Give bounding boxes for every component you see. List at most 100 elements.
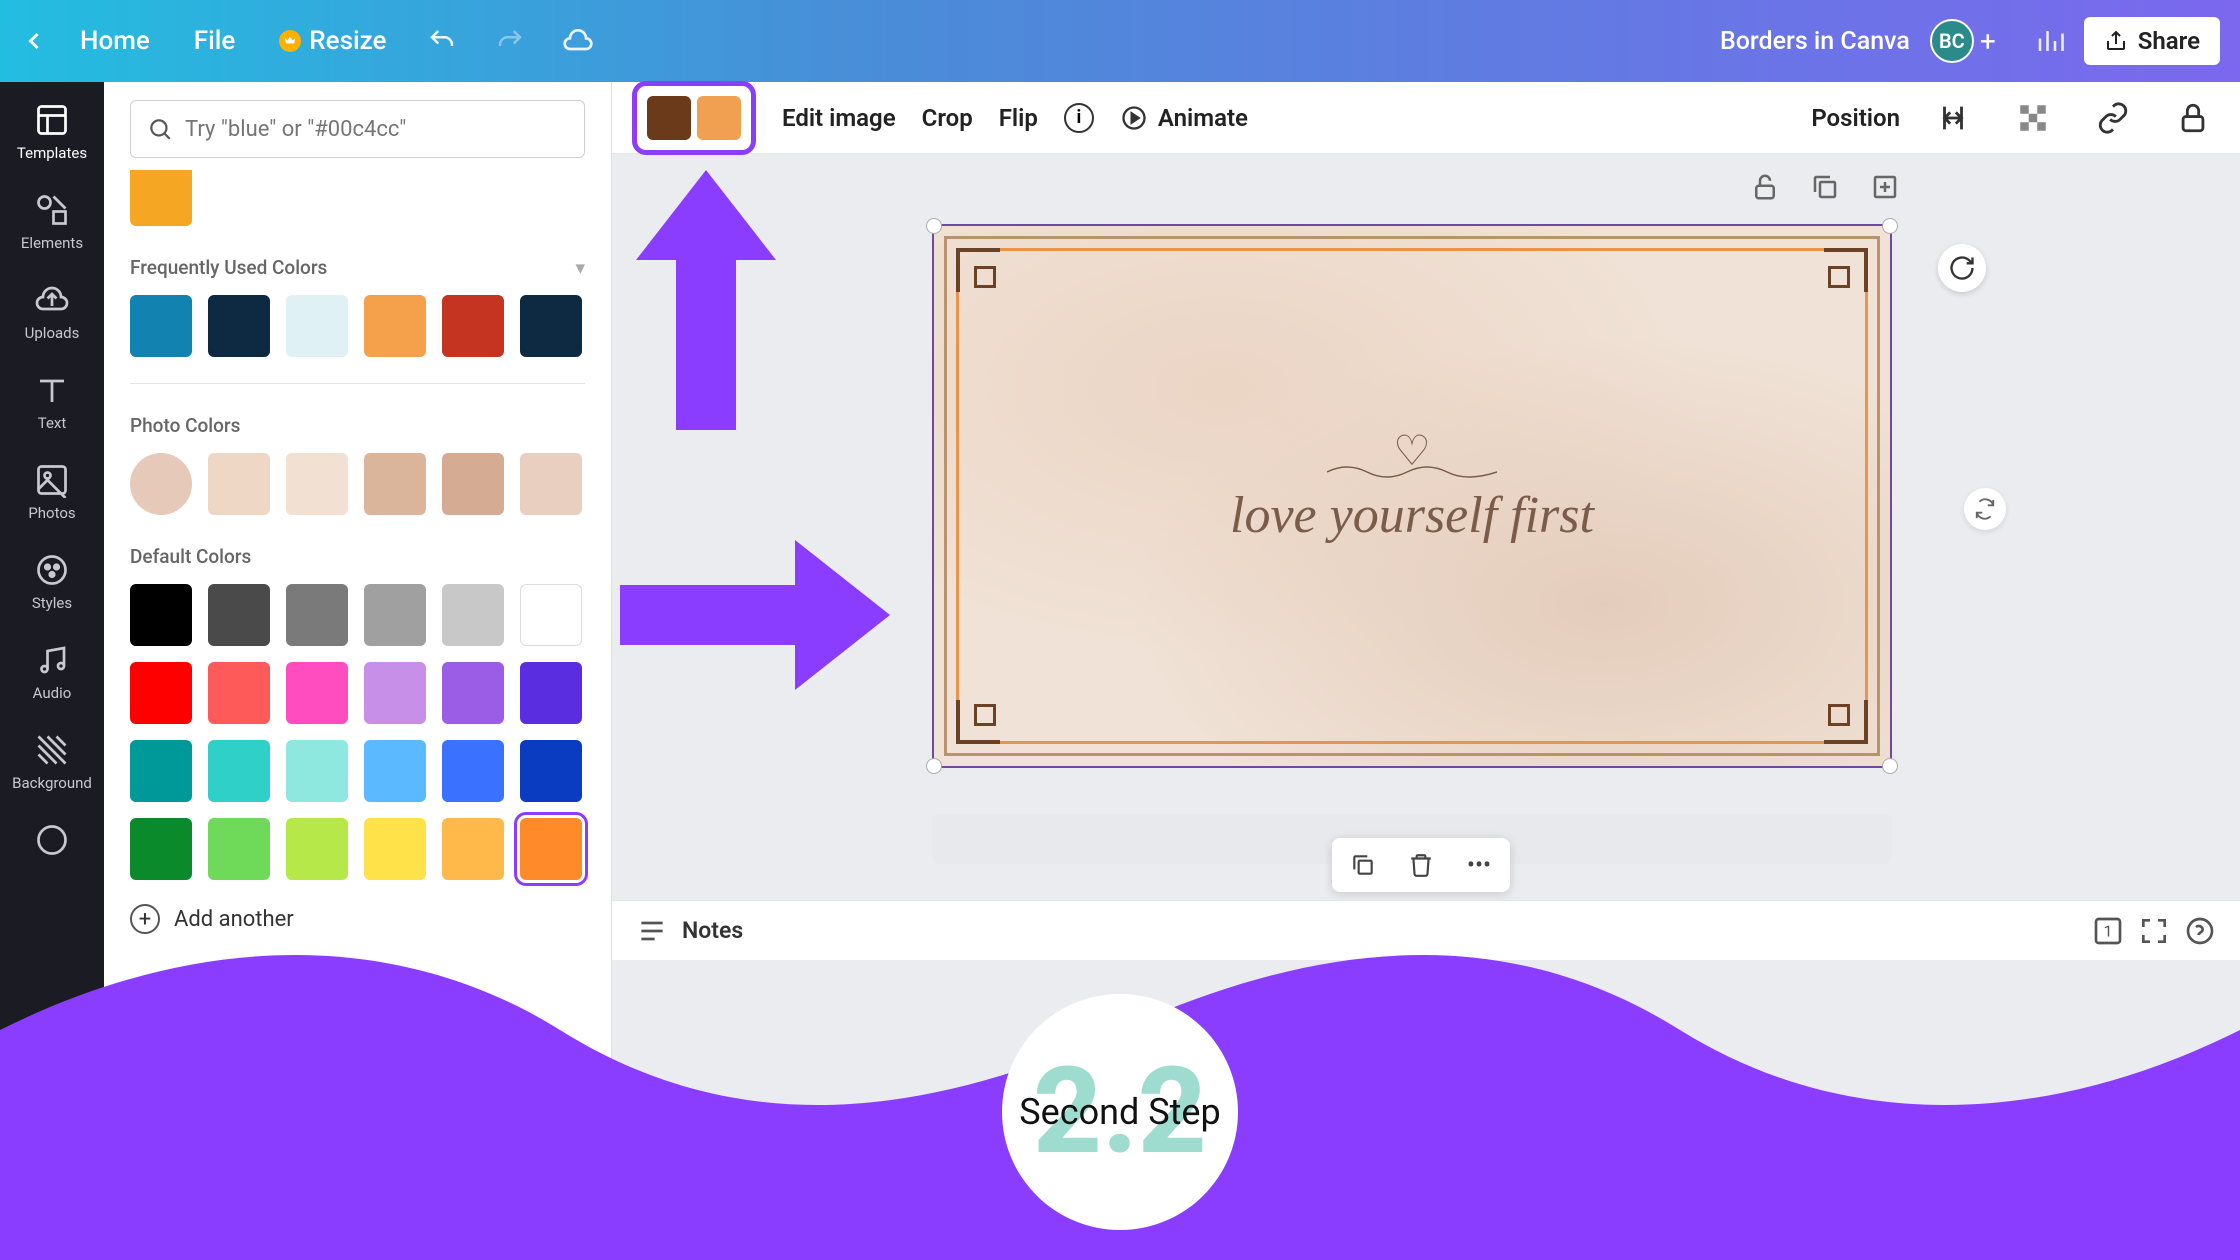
- color-swatch[interactable]: [442, 295, 504, 357]
- cloud-sync-icon[interactable]: [558, 21, 598, 61]
- element-color-chips[interactable]: [632, 81, 756, 155]
- selection-handle[interactable]: [1882, 218, 1898, 234]
- add-user-button[interactable]: +: [1980, 25, 1996, 58]
- rail-styles[interactable]: Styles: [32, 552, 72, 612]
- color-search[interactable]: [130, 100, 585, 158]
- duplicate-page-icon[interactable]: [1810, 172, 1840, 202]
- spacing-icon[interactable]: [1936, 101, 1970, 135]
- color-swatch[interactable]: [286, 740, 348, 802]
- more-button[interactable]: •••: [1462, 848, 1496, 882]
- duplicate-button[interactable]: [1346, 848, 1380, 882]
- color-swatch[interactable]: [286, 453, 348, 515]
- corner-box: [974, 704, 996, 726]
- animate-button[interactable]: Animate: [1120, 104, 1248, 132]
- info-icon[interactable]: i: [1064, 103, 1094, 133]
- color-search-input[interactable]: [185, 117, 568, 142]
- undo-button[interactable]: [422, 21, 462, 61]
- corner-box: [1828, 266, 1850, 288]
- lock-icon[interactable]: [2176, 101, 2210, 135]
- rail-elements[interactable]: Elements: [21, 192, 83, 252]
- color-swatch[interactable]: [130, 740, 192, 802]
- unlock-page-icon[interactable]: [1750, 172, 1780, 202]
- color-swatch[interactable]: [520, 818, 582, 880]
- color-swatch[interactable]: [286, 584, 348, 646]
- flip-button[interactable]: Flip: [999, 104, 1038, 132]
- annotation-arrow-right: [620, 540, 890, 690]
- rail-audio-label: Audio: [33, 684, 72, 702]
- home-menu[interactable]: Home: [58, 26, 172, 56]
- color-chip-2[interactable]: [697, 96, 741, 140]
- color-swatch[interactable]: [364, 740, 426, 802]
- transparency-icon[interactable]: [2016, 101, 2050, 135]
- design-canvas[interactable]: ♡ love yourself first: [932, 224, 1892, 768]
- search-icon: [147, 116, 173, 142]
- color-swatch[interactable]: [520, 584, 582, 646]
- color-swatch[interactable]: [442, 740, 504, 802]
- refresh-button[interactable]: [1938, 244, 1986, 292]
- color-swatch[interactable]: [208, 584, 270, 646]
- color-swatch[interactable]: [520, 453, 582, 515]
- share-button[interactable]: Share: [2084, 17, 2220, 65]
- color-swatch[interactable]: [442, 818, 504, 880]
- color-swatch[interactable]: [286, 295, 348, 357]
- default-colors-row: [130, 584, 585, 880]
- color-swatch[interactable]: [520, 295, 582, 357]
- color-swatch[interactable]: [286, 818, 348, 880]
- color-swatch[interactable]: [208, 453, 270, 515]
- color-swatch[interactable]: [286, 662, 348, 724]
- edit-image-button[interactable]: Edit image: [782, 104, 896, 132]
- rail-templates[interactable]: Templates: [17, 102, 87, 162]
- corner-box: [1828, 704, 1850, 726]
- delete-button[interactable]: [1404, 848, 1438, 882]
- color-swatch[interactable]: [130, 662, 192, 724]
- color-swatch[interactable]: [208, 740, 270, 802]
- sync-button[interactable]: [1964, 488, 2006, 530]
- step-badge: 2.2 Second Step: [1002, 994, 1238, 1230]
- color-swatch[interactable]: [520, 740, 582, 802]
- color-swatch[interactable]: [208, 818, 270, 880]
- color-swatch[interactable]: [364, 584, 426, 646]
- rail-elements-label: Elements: [21, 234, 83, 252]
- insights-icon[interactable]: [2030, 21, 2070, 61]
- redo-button[interactable]: [490, 21, 530, 61]
- file-menu[interactable]: File: [172, 26, 258, 56]
- document-title[interactable]: Borders in Canva: [1720, 27, 1910, 56]
- rail-text[interactable]: Text: [34, 372, 70, 432]
- rail-more[interactable]: [34, 822, 70, 858]
- resize-menu[interactable]: Resize: [257, 26, 408, 56]
- rail-photos[interactable]: Photos: [28, 462, 75, 522]
- rail-audio[interactable]: Audio: [33, 642, 72, 702]
- color-swatch[interactable]: [442, 662, 504, 724]
- selection-handle[interactable]: [926, 758, 942, 774]
- selection-handle[interactable]: [926, 218, 942, 234]
- rail-background[interactable]: Background: [12, 732, 92, 792]
- color-swatch[interactable]: [364, 818, 426, 880]
- current-color-swatch[interactable]: [130, 170, 192, 226]
- color-swatch[interactable]: [364, 453, 426, 515]
- color-swatch[interactable]: [130, 453, 192, 515]
- freq-colors-label: Frequently Used Colors▾: [130, 256, 585, 279]
- color-swatch[interactable]: [130, 295, 192, 357]
- color-swatch[interactable]: [364, 662, 426, 724]
- selection-handle[interactable]: [1882, 758, 1898, 774]
- color-swatch[interactable]: [130, 584, 192, 646]
- color-swatch[interactable]: [442, 453, 504, 515]
- rail-uploads[interactable]: Uploads: [25, 282, 80, 342]
- link-icon[interactable]: [2096, 101, 2130, 135]
- color-chip-1[interactable]: [647, 96, 691, 140]
- color-swatch[interactable]: [208, 662, 270, 724]
- rail-text-label: Text: [38, 414, 67, 432]
- color-swatch[interactable]: [208, 295, 270, 357]
- color-swatch[interactable]: [130, 818, 192, 880]
- crown-icon: [279, 30, 301, 52]
- crop-button[interactable]: Crop: [922, 104, 973, 132]
- position-button[interactable]: Position: [1811, 104, 1900, 132]
- step-label: Second Step: [1019, 1091, 1220, 1133]
- chevron-left-icon[interactable]: [20, 27, 48, 55]
- color-swatch[interactable]: [442, 584, 504, 646]
- color-swatch[interactable]: [364, 295, 426, 357]
- user-avatar[interactable]: BC: [1930, 19, 1974, 63]
- canvas-text[interactable]: love yourself first: [1230, 486, 1594, 545]
- color-swatch[interactable]: [520, 662, 582, 724]
- add-page-icon[interactable]: [1870, 172, 1900, 202]
